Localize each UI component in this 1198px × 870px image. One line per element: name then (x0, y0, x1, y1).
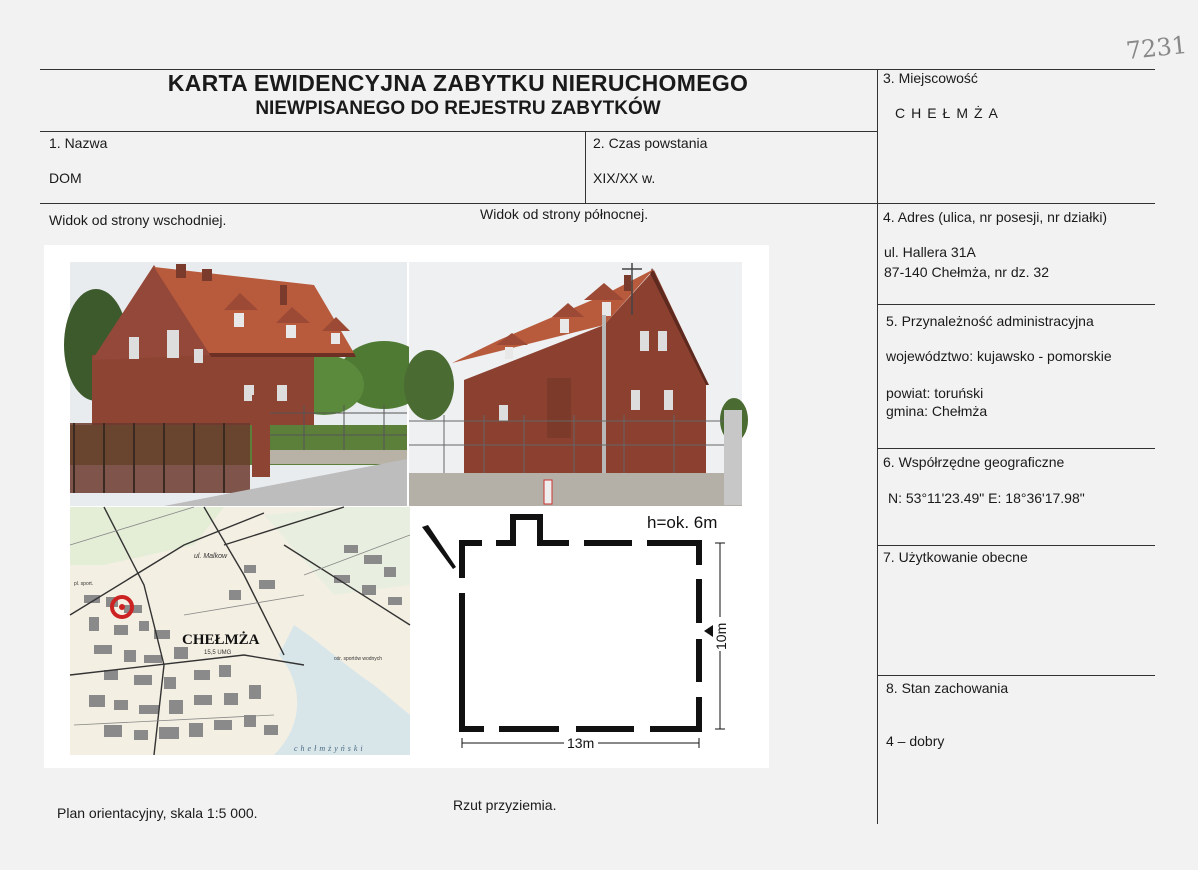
admin-county: powiat: toruński (886, 385, 984, 401)
address-line2: 87-140 Chełmża, nr dz. 32 (884, 264, 1049, 280)
illustration-panel: CHEŁMŻA 15,5 UMG ul. Malkow ośr. sportów… (44, 245, 769, 768)
usage-label: 7. Użytkowanie obecne (883, 549, 1028, 565)
caption-ground-plan: Rzut przyziemia. (453, 797, 557, 813)
condition-label: 8. Stan zachowania (886, 680, 1009, 696)
plan-width-label: 13m (567, 735, 594, 751)
map-sports-label: ośr. sportów wodnych (334, 656, 382, 662)
admin-commune: gmina: Chełmża (886, 403, 988, 419)
admin-label: 5. Przynależność administracyjna (886, 313, 1094, 329)
photo-north-view (404, 262, 748, 506)
map-elevation-label: 15,5 UMG (204, 650, 232, 656)
archive-number: 7231 (1124, 30, 1189, 66)
address-label: 4. Adres (ulica, nr posesji, nr działki) (883, 209, 1108, 225)
north-arrow-icon (422, 525, 456, 569)
date-label: 2. Czas powstania (593, 135, 708, 151)
rule-coords-bottom (877, 545, 1155, 546)
plan-height-label: h=ok. 6m (647, 513, 717, 532)
condition-value: 4 – dobry (886, 733, 945, 749)
rule-address-bottom (877, 304, 1155, 305)
location-map: CHEŁMŻA 15,5 UMG ul. Malkow ośr. sportów… (69, 506, 411, 756)
name-value: DOM (49, 170, 82, 186)
rule-field-divider (585, 131, 586, 203)
rule-admin-bottom (877, 448, 1155, 449)
coords-label: 6. Współrzędne geograficzne (883, 454, 1065, 470)
rule-usage-bottom (877, 675, 1155, 676)
rule-right-column (877, 69, 878, 824)
locality-label: 3. Miejscowość (883, 70, 978, 86)
card-subtitle: NIEWPISANEGO DO REJESTRU ZABYTKÓW (255, 98, 661, 119)
caption-north-view: Widok od strony północnej. (480, 206, 649, 222)
admin-voivodeship: województwo: kujawsko - pomorskie (886, 348, 1112, 364)
address-line1: ul. Hallera 31A (884, 244, 976, 260)
rule-title-bottom (40, 131, 878, 132)
locality-value: CHEŁMŻA (895, 105, 1004, 121)
map-sport-field-label: pl. sport. (74, 581, 93, 587)
name-label: 1. Nazwa (49, 135, 108, 151)
coords-value: N: 53°11'23.49" E: 18°36'17.98" (888, 490, 1085, 506)
plan-depth-label: 10m (713, 623, 729, 650)
card-title: KARTA EWIDENCYJNA ZABYTKU NIERUCHOMEGO (167, 70, 749, 96)
caption-map-plan: Plan orientacyjny, skala 1:5 000. (57, 805, 258, 821)
map-street-label: ul. Malkow (194, 553, 228, 560)
caption-east-view: Widok od strony wschodniej. (49, 212, 227, 228)
date-value: XIX/XX w. (593, 170, 656, 186)
photo-east-view (64, 262, 429, 506)
rule-fields-bottom (40, 203, 1155, 204)
map-lake-label: chełmżyński (294, 744, 366, 753)
map-town-label: CHEŁMŻA (182, 631, 260, 648)
ground-plan: h=ok. 6m 13m 10m (422, 513, 729, 751)
